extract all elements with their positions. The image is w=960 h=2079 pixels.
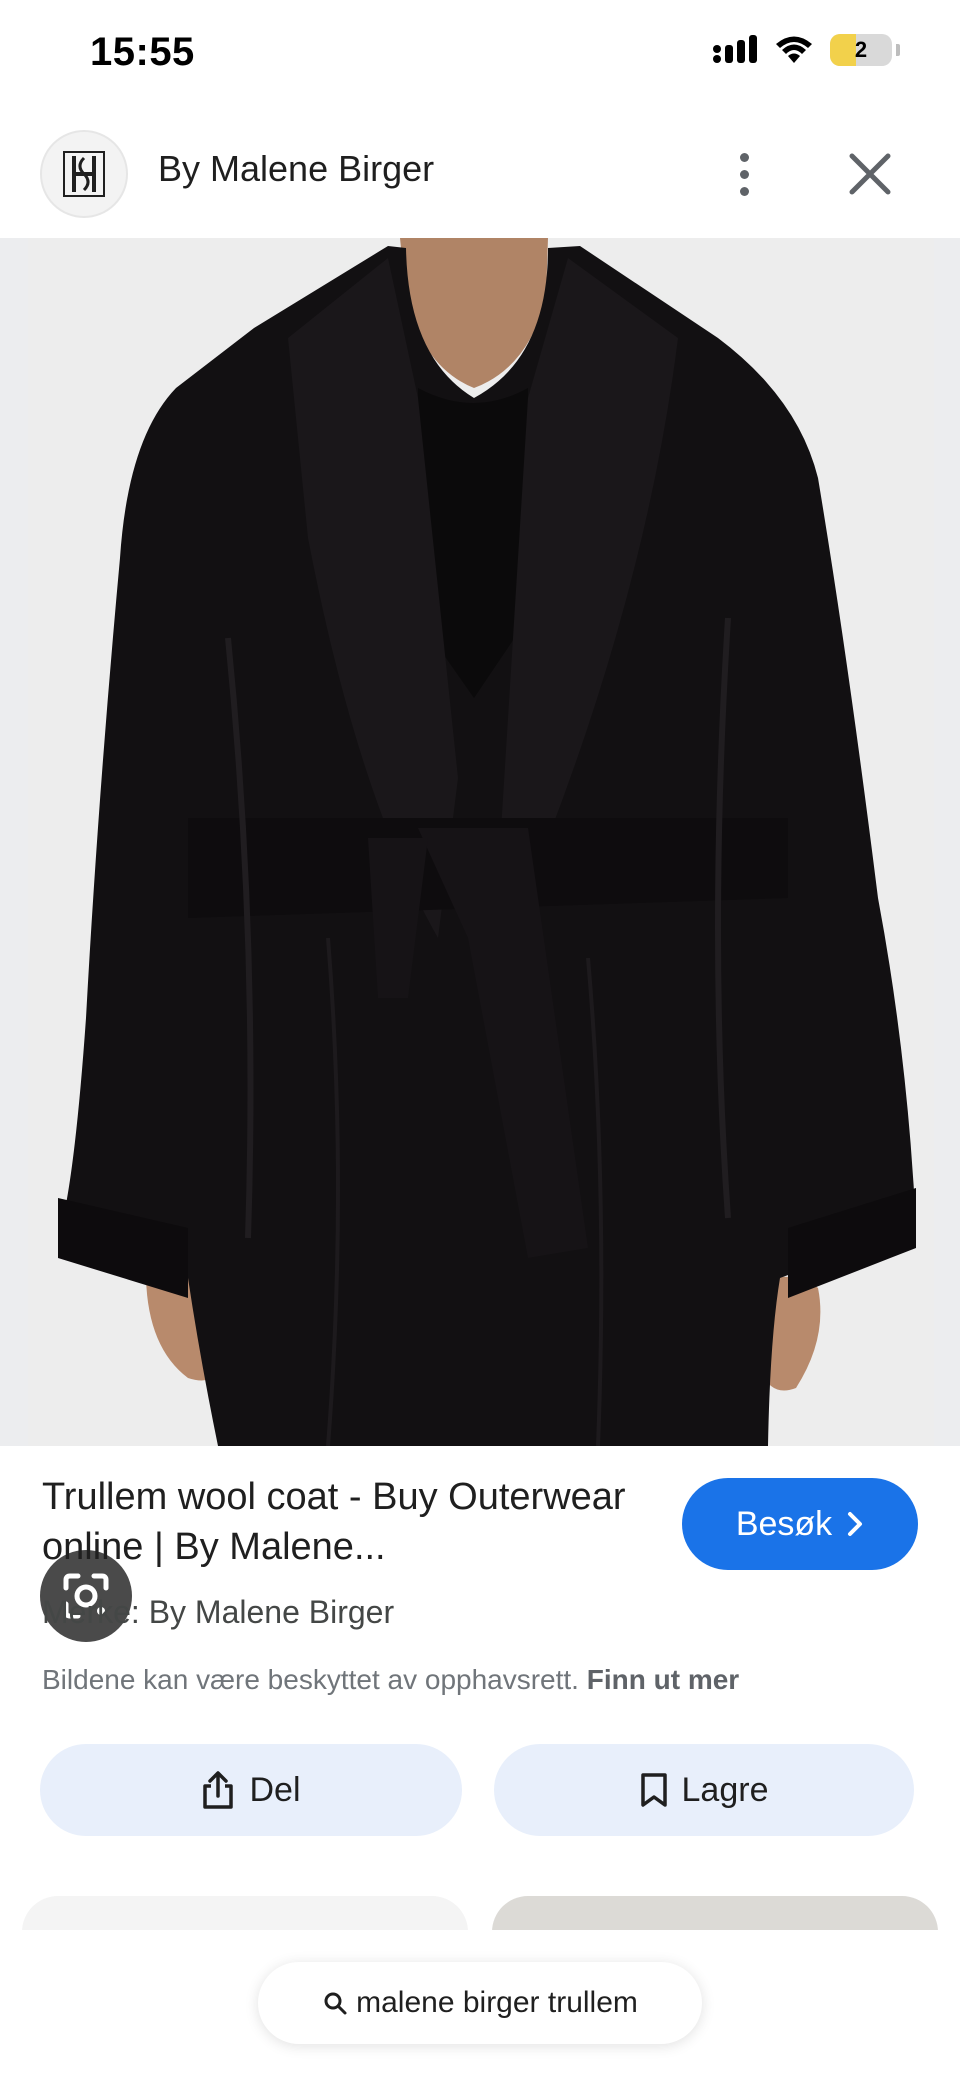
share-label: Del	[249, 1770, 301, 1809]
save-label: Lagre	[681, 1770, 769, 1809]
battery-level: 2	[854, 37, 868, 62]
share-icon	[203, 1771, 234, 1809]
copyright-text: Bildene kan være beskyttet av opphavsret…	[42, 1664, 579, 1695]
product-image[interactable]	[28, 238, 934, 1446]
share-button[interactable]: Del	[40, 1744, 462, 1836]
result-title[interactable]: Trullem wool coat - Buy Outerwear online…	[42, 1472, 662, 1572]
close-icon[interactable]	[842, 146, 898, 202]
status-bar: 15:55 2	[0, 0, 960, 110]
more-vert-icon[interactable]	[724, 144, 764, 204]
search-icon	[324, 1992, 347, 2015]
image-viewer	[0, 238, 960, 1642]
learn-more-link[interactable]: Finn ut mer	[587, 1664, 739, 1695]
signal-icon	[713, 35, 757, 63]
search-query-pill[interactable]: malene birger trullem	[258, 1962, 702, 2044]
brand-logo[interactable]	[40, 130, 128, 218]
save-button[interactable]: Lagre	[494, 1744, 914, 1836]
brand-line: Merke: By Malene Birger	[42, 1594, 395, 1630]
visit-button[interactable]: Besøk	[682, 1478, 918, 1570]
chevron-right-icon	[848, 1512, 863, 1536]
copyright-notice: Bildene kan være beskyttet av opphavsret…	[42, 1664, 739, 1696]
visit-label: Besøk	[735, 1504, 833, 1543]
battery-icon: 2	[830, 34, 892, 66]
wifi-icon	[776, 36, 812, 63]
result-header: By Malene Birger	[0, 118, 960, 238]
battery-cap	[896, 44, 900, 56]
bookmark-icon	[640, 1773, 667, 1807]
status-icons: 2	[712, 34, 900, 66]
monogram-icon	[63, 151, 105, 197]
search-query: malene birger trullem	[356, 1986, 638, 2019]
status-time: 15:55	[90, 30, 195, 74]
brand-name[interactable]: By Malene Birger	[158, 148, 434, 190]
